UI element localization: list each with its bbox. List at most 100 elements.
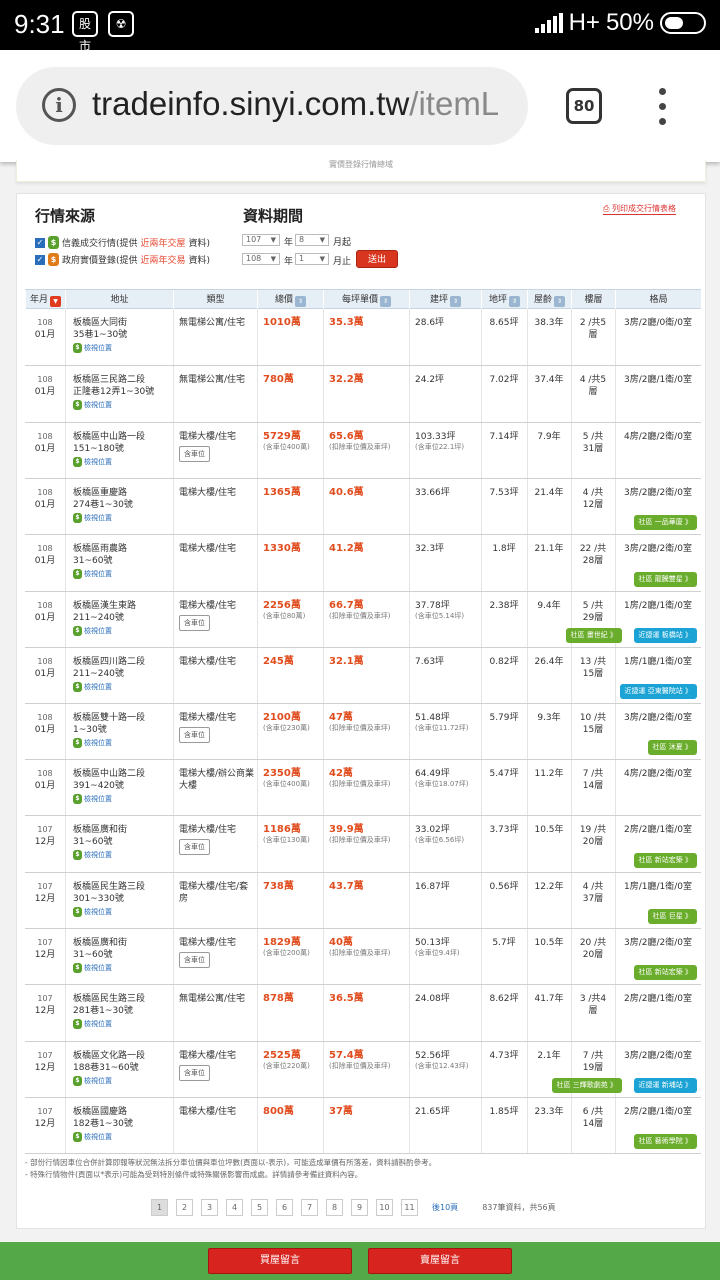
floor-value: 2 /共5 [579,318,607,328]
sort-land-area[interactable]: 地坪 ⇕ [481,290,527,310]
page-button[interactable]: 4 [226,1199,243,1216]
page-button[interactable]: 9 [351,1199,368,1216]
floor-cell: 5 /共 31層 [571,431,615,455]
type-value: 電梯大樓/住宅 [179,825,237,835]
type-cell: 電梯大樓/住宅 [179,543,255,555]
next-10-pages-link[interactable]: 後10頁 [432,1202,458,1213]
previous-section-text: 實價登錄行情總域 [329,160,393,169]
mrt-badge[interactable]: 近捷運 板橋站 》 [633,628,697,643]
unit-price-cell: 32.2萬 [329,374,409,386]
floor-cell: 7 /共 14層 [571,768,615,792]
community-badge[interactable]: 社區 巨星 》 [647,909,697,924]
view-location-link[interactable]: $ 檢視位置 [73,1018,171,1030]
view-location-link[interactable]: $ 檢視位置 [73,342,171,354]
community-badge[interactable]: 社區 藝術學院 》 [633,1134,697,1149]
age-cell: 21.1年 [534,544,564,554]
mrt-badge[interactable]: 近捷運 新埔站 》 [633,1078,697,1093]
view-location-link[interactable]: $ 檢視位置 [73,625,171,637]
page-button[interactable]: 8 [326,1199,343,1216]
from-year-select[interactable]: 107 ▼ [242,234,280,246]
unit-price-cell: 47萬 (扣除車位價及車坪) [329,712,409,733]
month-value: 12月 [34,1119,56,1129]
column-divider [323,704,324,759]
page-button[interactable]: 11 [401,1199,418,1216]
view-location-link[interactable]: $ 檢視位置 [73,399,171,411]
age-cell: 10.5年 [534,938,564,948]
building-area-cell: 28.6坪 [415,317,481,329]
table-row: 107 12月 板橋區文化路一段 188巷31~60號 $ 檢視位置 電梯大樓/住宅 含車位 2… [25,1042,701,1098]
age-cell: 12.2年 [534,882,564,892]
sort-yearmonth[interactable]: 年月 ▼ [25,290,65,310]
total-price-cell: 738萬 [263,881,323,893]
total-price: 1186萬 [263,824,301,835]
page-button[interactable]: 2 [176,1199,193,1216]
sort-unit-price[interactable]: 每坪單價 ⇕ [323,290,409,310]
address-line: 板橋區廣和街 [73,825,128,835]
to-year-select[interactable]: 108 ▼ [242,253,280,265]
to-month-select[interactable]: 1 ▼ [295,253,329,265]
floor-value: 6 /共 [582,1107,604,1117]
view-location-link[interactable]: $ 檢視位置 [73,456,171,468]
page-button[interactable]: 7 [301,1199,318,1216]
community-badge[interactable]: 社區 三輝歌劇苑 》 [551,1078,622,1093]
view-location-link[interactable]: $ 檢視位置 [73,568,171,580]
view-location-label: 檢視位置 [84,795,112,803]
total-price: 1330萬 [263,543,301,554]
community-badge[interactable]: 社區 一品華廈 》 [633,515,697,530]
tab-switcher-button[interactable]: 80 [566,88,602,124]
from-month-select[interactable]: 8 ▼ [295,234,329,246]
view-location-link[interactable]: $ 檢視位置 [73,962,171,974]
footnote: - 特殊行情物件(頁面以*表示)可能為受到特別條件或特殊關係影響而成處。詳情請參… [25,1170,363,1179]
community-badge[interactable]: 社區 沐夏 》 [647,740,697,755]
mrt-badge[interactable]: 近捷運 亞東醫院站 》 [619,684,697,699]
view-location-link[interactable]: $ 檢視位置 [73,737,171,749]
community-badge[interactable]: 社區 新站宏築 》 [633,853,697,868]
address-cell: 板橋區漢生東路 211~240號 $ 檢視位置 [73,600,171,637]
page-button[interactable]: 5 [251,1199,268,1216]
community-badge[interactable]: 社區 龍騰雙星 》 [633,572,697,587]
overflow-menu-icon[interactable] [655,88,669,128]
column-divider [323,479,324,534]
address-cell: 板橋區雙十路一段 1~30號 $ 檢視位置 [73,712,171,749]
sort-building-area[interactable]: 建坪 ⇕ [409,290,481,310]
sort-total-price[interactable]: 總價 ⇕ [257,290,323,310]
url-field[interactable]: i tradeinfo.sinyi.com.tw/itemL [16,67,528,145]
view-location-link[interactable]: $ 檢視位置 [73,849,171,861]
view-location-link[interactable]: $ 檢視位置 [73,512,171,524]
age-cell: 23.3年 [534,1107,564,1117]
view-location-link[interactable]: $ 檢視位置 [73,793,171,805]
table-row: 108 01月 板橋區重慶路 274巷1~30號 $ 檢視位置 電梯大樓/住宅 1365萬 40… [25,479,701,535]
column-divider [323,423,324,478]
date-cell: 108 01月 [30,543,60,567]
floor-value: 4 /共5 [579,375,607,385]
view-location-link[interactable]: $ 檢視位置 [73,1131,171,1143]
page-button[interactable]: 10 [376,1199,393,1216]
month-value: 01月 [34,444,56,454]
page-button[interactable]: 3 [201,1199,218,1216]
source-sinyi-checkbox[interactable]: ✓ $ 信義成交行情(提供 近兩年交屋 資料) [35,236,210,249]
print-table-link[interactable]: ⎙ 列印成交行情表格 [603,203,676,215]
view-location-link[interactable]: $ 檢視位置 [73,681,171,693]
sort-age[interactable]: 屋齡 ⇕ [527,290,571,310]
source-gov-checkbox[interactable]: ✓ $ 政府實價登錄(提供 近兩年交易 資料) [35,253,210,266]
view-location-link[interactable]: $ 檢視位置 [73,906,171,918]
column-divider [173,366,174,422]
floor-total: 19層 [582,1063,604,1073]
view-location-link[interactable]: $ 檢視位置 [73,1075,171,1087]
type-cell: 電梯大樓/住宅 [179,1106,255,1118]
community-badge[interactable]: 社區 畫世紀 》 [565,628,622,643]
sell-message-button[interactable]: 賣屋留言 [368,1248,512,1274]
info-icon[interactable]: i [42,88,76,122]
community-badge[interactable]: 社區 新站宏築 》 [633,965,697,980]
total-price: 245萬 [263,656,294,667]
submit-button[interactable]: 送出 [356,250,398,268]
floor-total: 15層 [582,669,604,679]
land-area-cell: 1.8坪 [492,544,516,554]
floor-total: 14層 [582,1119,604,1129]
unit-price-cell: 36.5萬 [329,993,409,1005]
location-icon: $ [73,1132,82,1142]
column-divider [65,873,66,928]
page-button[interactable]: 1 [151,1199,168,1216]
page-button[interactable]: 6 [276,1199,293,1216]
buy-message-button[interactable]: 買屋留言 [208,1248,352,1274]
